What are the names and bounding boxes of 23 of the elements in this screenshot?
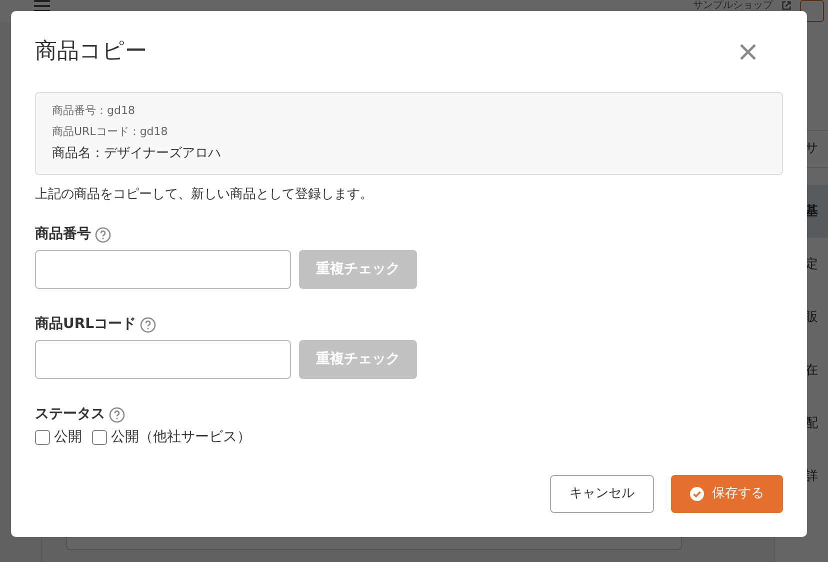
checkbox-label: 公開: [54, 428, 82, 446]
checkbox-label: 公開（他社サービス）: [111, 428, 251, 446]
info-text: 商品名：デザイナーズアロハ: [52, 145, 222, 163]
info-text: 商品番号：gd18: [52, 103, 136, 119]
input-field[interactable]: [35, 250, 291, 288]
close-icon[interactable]: [739, 42, 757, 60]
save-button[interactable]: 保存する: [671, 474, 783, 512]
field-label: ステータス: [35, 405, 105, 424]
menu-icon[interactable]: [34, 0, 50, 12]
cancel-button[interactable]: キャンセル: [550, 474, 654, 512]
dialog-title: 商品コピー: [35, 38, 147, 66]
field-label: 商品URLコード: [35, 314, 136, 334]
help-icon[interactable]: [109, 406, 125, 422]
check-circle-icon: [690, 486, 704, 500]
checkbox[interactable]: [35, 430, 50, 444]
external-link-icon: [781, 0, 792, 11]
description-text: 上記の商品をコピーして、新しい商品として登録します。: [35, 186, 374, 204]
help-icon[interactable]: [95, 226, 111, 242]
field-label: 商品番号: [35, 224, 91, 244]
help-icon[interactable]: [140, 316, 156, 332]
info-text: 商品URLコード：gd18: [52, 124, 169, 140]
input-field[interactable]: [35, 340, 291, 378]
checkbox[interactable]: [92, 430, 107, 444]
